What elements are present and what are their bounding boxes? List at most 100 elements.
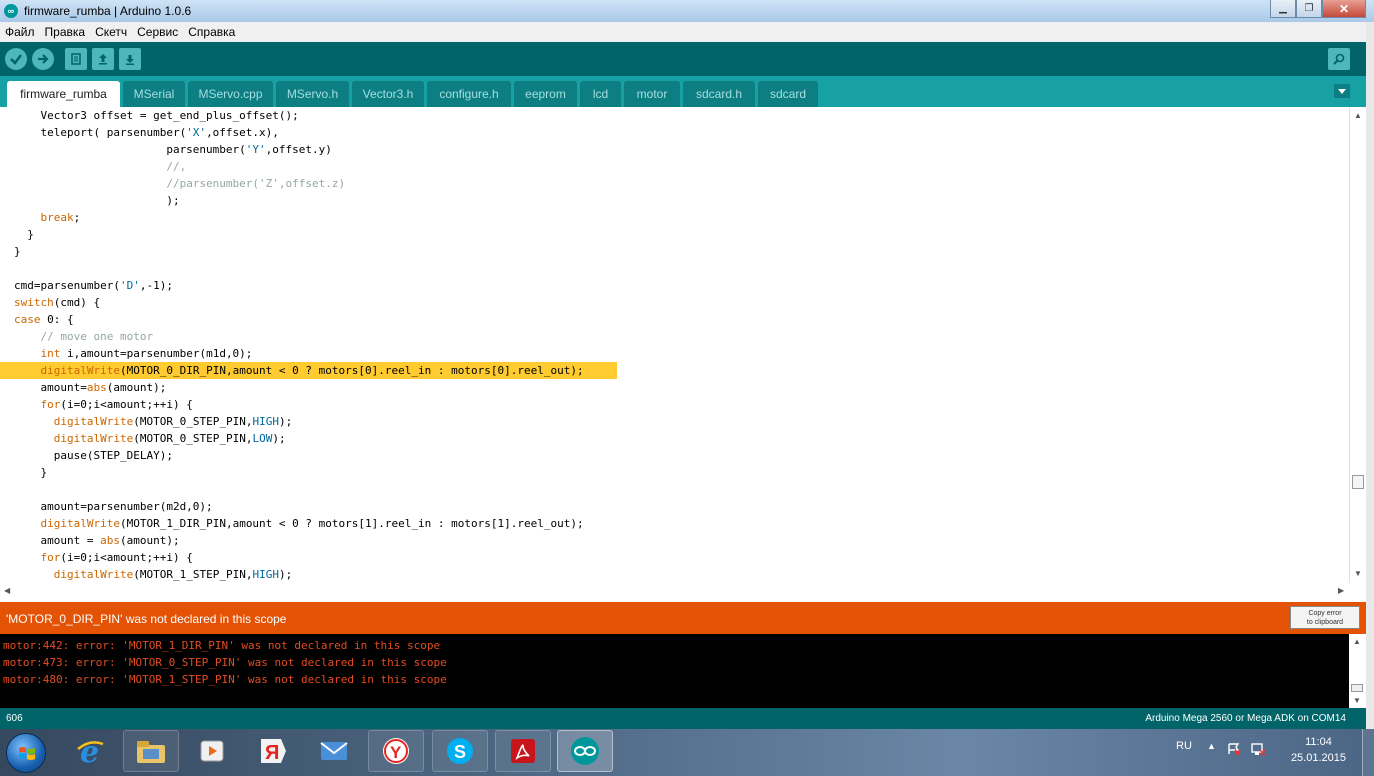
yandex-icon: Я (261, 739, 286, 764)
show-desktop-button[interactable] (1362, 729, 1374, 776)
acrobat-icon (511, 739, 535, 763)
verify-button[interactable] (5, 48, 27, 70)
code-line[interactable]: } (14, 243, 21, 260)
verify-icon (10, 54, 22, 65)
window-title: firmware_rumba | Arduino 1.0.6 (24, 4, 192, 18)
serial-monitor-button[interactable] (1328, 48, 1350, 70)
code-line[interactable]: digitalWrite(MOTOR_1_DIR_PIN,amount < 0 … (14, 515, 584, 532)
editor-vertical-scrollbar[interactable]: ▲ ▼ (1349, 107, 1366, 583)
menu-tools[interactable]: Сервис (132, 25, 183, 39)
code-line[interactable]: } (14, 464, 47, 481)
status-bar: 606 Arduino Mega 2560 or Mega ADK on COM… (0, 708, 1366, 729)
code-line[interactable]: // move one motor (14, 328, 154, 345)
code-line[interactable]: digitalWrite(MOTOR_0_STEP_PIN,HIGH); (14, 413, 292, 430)
start-button[interactable] (6, 733, 46, 773)
line-number: 606 (6, 713, 23, 724)
svg-text:S: S (454, 742, 466, 762)
code-editor[interactable]: Vector3 offset = get_end_plus_offset(); … (0, 107, 1349, 583)
taskbar-mail[interactable] (306, 730, 362, 772)
code-line[interactable]: pause(STEP_DELAY); (14, 447, 173, 464)
scroll-down-icon[interactable]: ▼ (1354, 569, 1362, 578)
taskbar-yandex-browser[interactable]: Y (368, 730, 424, 772)
menu-edit[interactable]: Правка (40, 25, 91, 39)
code-line[interactable]: amount=parsenumber(m2d,0); (14, 498, 212, 515)
menu-help[interactable]: Справка (183, 25, 240, 39)
code-line[interactable]: int i,amount=parsenumber(m1d,0); (14, 345, 253, 362)
code-line[interactable]: digitalWrite(MOTOR_1_STEP_PIN,HIGH); (14, 566, 292, 583)
tab-lcd[interactable]: lcd (580, 81, 621, 107)
code-line[interactable]: for(i=0;i<amount;++i) { (14, 549, 193, 566)
taskbar-media-player[interactable] (184, 730, 240, 772)
code-line[interactable]: Vector3 offset = get_end_plus_offset(); (14, 107, 298, 124)
tab-motor[interactable]: motor (624, 81, 680, 107)
tab-menu-button[interactable] (1334, 84, 1350, 98)
minimize-button[interactable]: ▁ (1270, 0, 1296, 18)
tab-firmware-rumba[interactable]: firmware_rumba (7, 81, 120, 107)
code-line[interactable]: case 0: { (14, 311, 74, 328)
copy-error-button[interactable]: Copy error to clipboard (1290, 606, 1360, 629)
tab-sdcard-h[interactable]: sdcard.h (683, 81, 755, 107)
open-button[interactable] (92, 48, 114, 70)
tab-vector3-h[interactable]: Vector3.h (352, 81, 424, 107)
chevron-down-icon (1334, 84, 1350, 98)
code-line[interactable]: amount=abs(amount); (14, 379, 166, 396)
tab-sdcard[interactable]: sdcard (758, 81, 818, 107)
menu-sketch[interactable]: Скетч (90, 25, 132, 39)
scroll-up-icon[interactable]: ▲ (1354, 111, 1362, 120)
tab-mserial[interactable]: MSerial (123, 81, 185, 107)
taskbar-arduino[interactable] (557, 730, 613, 772)
window-controls: ▁ ❐ ✕ (1270, 0, 1366, 18)
code-line[interactable]: //parsenumber('Z',offset.z) (14, 175, 345, 192)
console-output: motor:442: error: 'MOTOR_1_DIR_PIN' was … (0, 634, 1349, 708)
editor-horizontal-scrollbar[interactable]: ◀ ▶ (0, 583, 1349, 599)
board-info: Arduino Mega 2560 or Mega ADK on COM14 (1145, 713, 1346, 724)
code-line[interactable]: } (14, 226, 34, 243)
console-line: motor:442: error: 'MOTOR_1_DIR_PIN' was … (3, 639, 441, 652)
editor-scroll-thumb[interactable] (1352, 475, 1364, 489)
toolbar (0, 42, 1366, 76)
menu-file[interactable]: Файл (0, 25, 40, 39)
scroll-right-icon[interactable]: ▶ (1338, 586, 1344, 595)
console-scrollbar[interactable]: ▲ ▼ (1349, 634, 1366, 708)
taskbar-ie[interactable]: e (62, 730, 118, 772)
maximize-button[interactable]: ❐ (1296, 0, 1322, 18)
upload-button[interactable] (32, 48, 54, 70)
code-line[interactable]: digitalWrite(MOTOR_0_STEP_PIN,LOW); (14, 430, 286, 447)
language-indicator[interactable]: RU (1176, 740, 1192, 776)
new-button[interactable] (65, 48, 87, 70)
windows-logo-icon (19, 747, 35, 760)
tab-eeprom[interactable]: eeprom (514, 81, 577, 107)
tray-expand-icon[interactable]: ▲ (1207, 741, 1216, 776)
console-scroll-thumb[interactable] (1351, 684, 1363, 692)
code-line[interactable]: teleport( parsenumber('X',offset.x), (14, 124, 278, 141)
code-line[interactable]: cmd=parsenumber('D',-1); (14, 277, 173, 294)
code-line[interactable]: parsenumber('Y',offset.y) (14, 141, 332, 158)
code-line[interactable]: for(i=0;i<amount;++i) { (14, 396, 193, 413)
console-line: motor:473: error: 'MOTOR_0_STEP_PIN' was… (3, 656, 447, 669)
save-button[interactable] (119, 48, 141, 70)
taskbar-explorer[interactable] (123, 730, 179, 772)
network-icon[interactable] (1250, 741, 1266, 757)
copy-button-label: to clipboard (1306, 619, 1344, 626)
code-line[interactable]: //, (14, 158, 186, 175)
skype-icon: S (447, 738, 473, 764)
scroll-left-icon[interactable]: ◀ (4, 586, 10, 595)
code-line[interactable]: ); (14, 192, 179, 209)
code-line[interactable]: switch(cmd) { (14, 294, 100, 311)
code-line[interactable]: break; (14, 209, 81, 226)
clock[interactable]: 11:04 25.01.2015 (1291, 734, 1346, 766)
close-button[interactable]: ✕ (1322, 0, 1366, 18)
tab-mservo-h[interactable]: MServo.h (276, 81, 349, 107)
taskbar-skype[interactable]: S (432, 730, 488, 772)
taskbar-acrobat[interactable] (495, 730, 551, 772)
svg-text:Y: Y (390, 743, 402, 762)
scroll-up-icon[interactable]: ▲ (1353, 637, 1361, 646)
tab-configure-h[interactable]: configure.h (427, 81, 511, 107)
tab-mservo-cpp[interactable]: MServo.cpp (188, 81, 273, 107)
taskbar-yandex[interactable]: Я (245, 730, 301, 772)
action-center-icon[interactable] (1227, 742, 1241, 756)
windows-taskbar: e Я Y S RU ▲ 11:04 25.01.2015 (0, 729, 1374, 776)
scroll-down-icon[interactable]: ▼ (1353, 696, 1361, 705)
code-line[interactable]: amount = abs(amount); (14, 532, 179, 549)
code-line[interactable]: digitalWrite(MOTOR_0_DIR_PIN,amount < 0 … (14, 362, 584, 379)
